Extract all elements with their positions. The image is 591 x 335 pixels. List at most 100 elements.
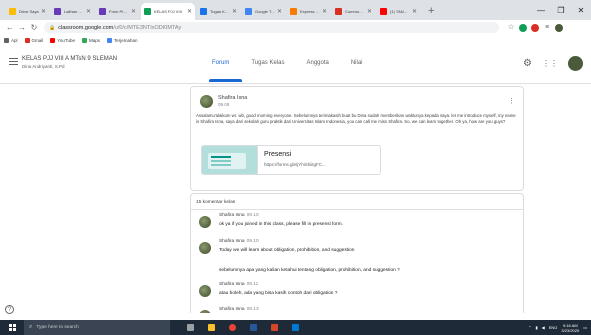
close-icon[interactable]: ✕ — [412, 8, 417, 15]
close-icon[interactable]: ✕ — [322, 8, 327, 15]
clock-time: 9:16 AM — [562, 322, 578, 328]
google-apps-icon[interactable]: ⋮⋮ — [542, 59, 558, 68]
attachment-card[interactable]: Presensi https://forms.gle/jYhiShiitgFC.… — [201, 145, 381, 175]
drive-icon — [9, 8, 16, 15]
tab-tugas-kelas[interactable]: Tugas Kelas — [251, 60, 284, 66]
forms-icon — [99, 8, 106, 15]
bookmark-youtube[interactable]: YouTube — [50, 38, 75, 43]
browser-tab-express[interactable]: Express sentence✕ — [287, 3, 330, 20]
post-time: 09.08 — [218, 102, 230, 107]
chrome-icon[interactable] — [224, 322, 241, 334]
help-icon[interactable]: ? — [5, 305, 14, 314]
minimize-button[interactable]: — — [531, 0, 551, 20]
address-bar[interactable]: 🔒 classroom.google.com/u/0/c/MTE3NTIxODI… — [44, 22, 499, 33]
class-nav-tabs: Forum Tugas Kelas Anggota Nilai — [212, 60, 363, 66]
bookmark-maps[interactable]: Maps — [81, 38, 100, 43]
close-window-button[interactable]: ✕ — [571, 0, 591, 20]
attachment-thumbnail — [202, 146, 258, 174]
comment-continued-text: sebelumnya apa yang kalian ketahui tenta… — [219, 268, 400, 273]
author-avatar — [200, 95, 213, 108]
playlist-icon[interactable]: ≡ — [543, 24, 551, 32]
site-icon — [335, 8, 342, 15]
network-icon[interactable]: ▮ — [535, 325, 537, 330]
close-icon[interactable]: ✕ — [131, 8, 136, 15]
more-options-icon[interactable]: ⋮ — [508, 97, 515, 105]
extension-icon[interactable] — [531, 23, 539, 32]
divider — [191, 209, 523, 210]
browser-tab-classroom[interactable]: KELAS PJJ VIII ✕ — [141, 3, 195, 20]
translate-icon — [245, 8, 252, 15]
attachment-info: Presensi https://forms.gle/jYhiShiitgFC.… — [258, 146, 332, 174]
tab-label: Common Expressions — [345, 9, 365, 14]
tab-label: Google Terjemahan — [255, 9, 275, 14]
clock[interactable]: 9:16 AM 3/23/2020 — [561, 323, 579, 333]
comment-author-name: Shafira Isna — [219, 307, 245, 312]
tab-label: Tugas Kelas — [210, 9, 230, 14]
lock-icon[interactable]: 🔒 — [49, 25, 55, 31]
classroom-header: KELAS PJJ VIII A MTsN 9 SLEMAN Dina Andr… — [0, 46, 591, 84]
comment-author-name: Shafira Isna — [219, 213, 245, 218]
youtube-icon — [380, 8, 387, 15]
close-icon[interactable]: ✕ — [232, 8, 237, 15]
class-title[interactable]: KELAS PJJ VIII A MTsN 9 SLEMAN — [22, 56, 117, 62]
taskbar-search[interactable]: ⌕ Type here to search — [24, 320, 170, 335]
back-icon[interactable]: ← — [4, 23, 16, 32]
comments-section: 15 komentar kelas Shafira Isna 09.10 ok y… — [190, 193, 524, 313]
commenter-avatar — [199, 285, 211, 297]
browser-tab-common[interactable]: Common Expressions✕ — [332, 3, 375, 20]
browser-tab-translate[interactable]: Google Terjemahan✕ — [242, 3, 285, 20]
tab-label: KELAS PJJ VIII — [154, 9, 182, 14]
close-icon[interactable]: ✕ — [277, 8, 282, 15]
browser-tab-drive[interactable]: Drive Saya ✕ — [6, 3, 49, 20]
browser-toolbar: ← → ↻ 🔒 classroom.google.com/u/0/c/MTE3N… — [0, 20, 591, 35]
tab-forum[interactable]: Forum — [212, 60, 229, 66]
classroom-icon — [200, 8, 207, 15]
comment-text: ok ya if you joined in this class, pleas… — [219, 222, 343, 227]
account-avatar[interactable] — [568, 56, 583, 71]
comment-author: Shafira Isna 09.10 — [219, 239, 259, 244]
browser-tab-form[interactable]: Form Presensi✕ — [96, 3, 139, 20]
chevron-up-icon[interactable]: ⌃ — [528, 325, 531, 330]
word-icon[interactable] — [245, 322, 262, 334]
task-view-icon[interactable] — [182, 322, 199, 334]
bookmark-label: YouTube — [57, 38, 75, 43]
language-indicator[interactable]: ENG — [549, 325, 558, 330]
browser-tab-youtube[interactable]: (1) TANGGAPAN✕ — [377, 3, 420, 20]
close-icon[interactable]: ✕ — [86, 8, 91, 15]
new-tab-button[interactable]: + — [428, 5, 434, 17]
start-button[interactable] — [0, 320, 24, 335]
toolbar-right: ☆ ≡ — [507, 23, 563, 32]
commenter-avatar — [199, 242, 211, 254]
comment-author-name: Shafira Isna — [219, 239, 245, 244]
forward-icon[interactable]: → — [16, 23, 28, 32]
classroom-icon — [144, 8, 151, 15]
store-icon[interactable] — [287, 322, 304, 334]
browser-tab-tugas[interactable]: Tugas Kelas ✕ — [197, 3, 240, 20]
close-icon[interactable]: ✕ — [187, 8, 192, 15]
comment-author: Shafira Isna 09.10 — [219, 213, 259, 218]
close-icon[interactable]: ✕ — [41, 8, 46, 15]
file-explorer-icon[interactable] — [203, 322, 220, 334]
tab-nilai[interactable]: Nilai — [351, 60, 363, 66]
tab-anggota[interactable]: Anggota — [306, 60, 328, 66]
star-icon[interactable]: ☆ — [507, 24, 515, 32]
gear-icon[interactable]: ⚙ — [523, 58, 532, 69]
comment-time: 09.10 — [246, 213, 259, 218]
reload-icon[interactable]: ↻ — [28, 23, 40, 32]
browser-tab-latihan[interactable]: Latihan soal ✕ — [51, 3, 94, 20]
extension-icon[interactable] — [519, 23, 527, 32]
bookmark-gmail[interactable]: Gmail — [24, 38, 43, 43]
notifications-icon[interactable]: ▭ — [583, 325, 587, 330]
screen: Drive Saya✕ Latihan soal✕ Form Presensi✕… — [0, 0, 591, 335]
comment-text: Today we will learn about obligation, pr… — [219, 248, 355, 253]
bookmark-translate[interactable]: Terjemahan — [106, 38, 138, 43]
attachment-title[interactable]: Presensi — [264, 151, 326, 158]
volume-icon[interactable]: ◀ — [542, 325, 545, 330]
hamburger-menu-icon[interactable] — [9, 58, 18, 65]
bookmark-apps[interactable]: Apl — [4, 38, 18, 43]
maximize-button[interactable]: ❐ — [551, 0, 571, 20]
powerpoint-icon[interactable] — [266, 322, 283, 334]
profile-avatar-icon[interactable] — [555, 23, 563, 32]
close-icon[interactable]: ✕ — [367, 8, 372, 15]
comment-count[interactable]: 15 komentar kelas — [196, 200, 235, 205]
